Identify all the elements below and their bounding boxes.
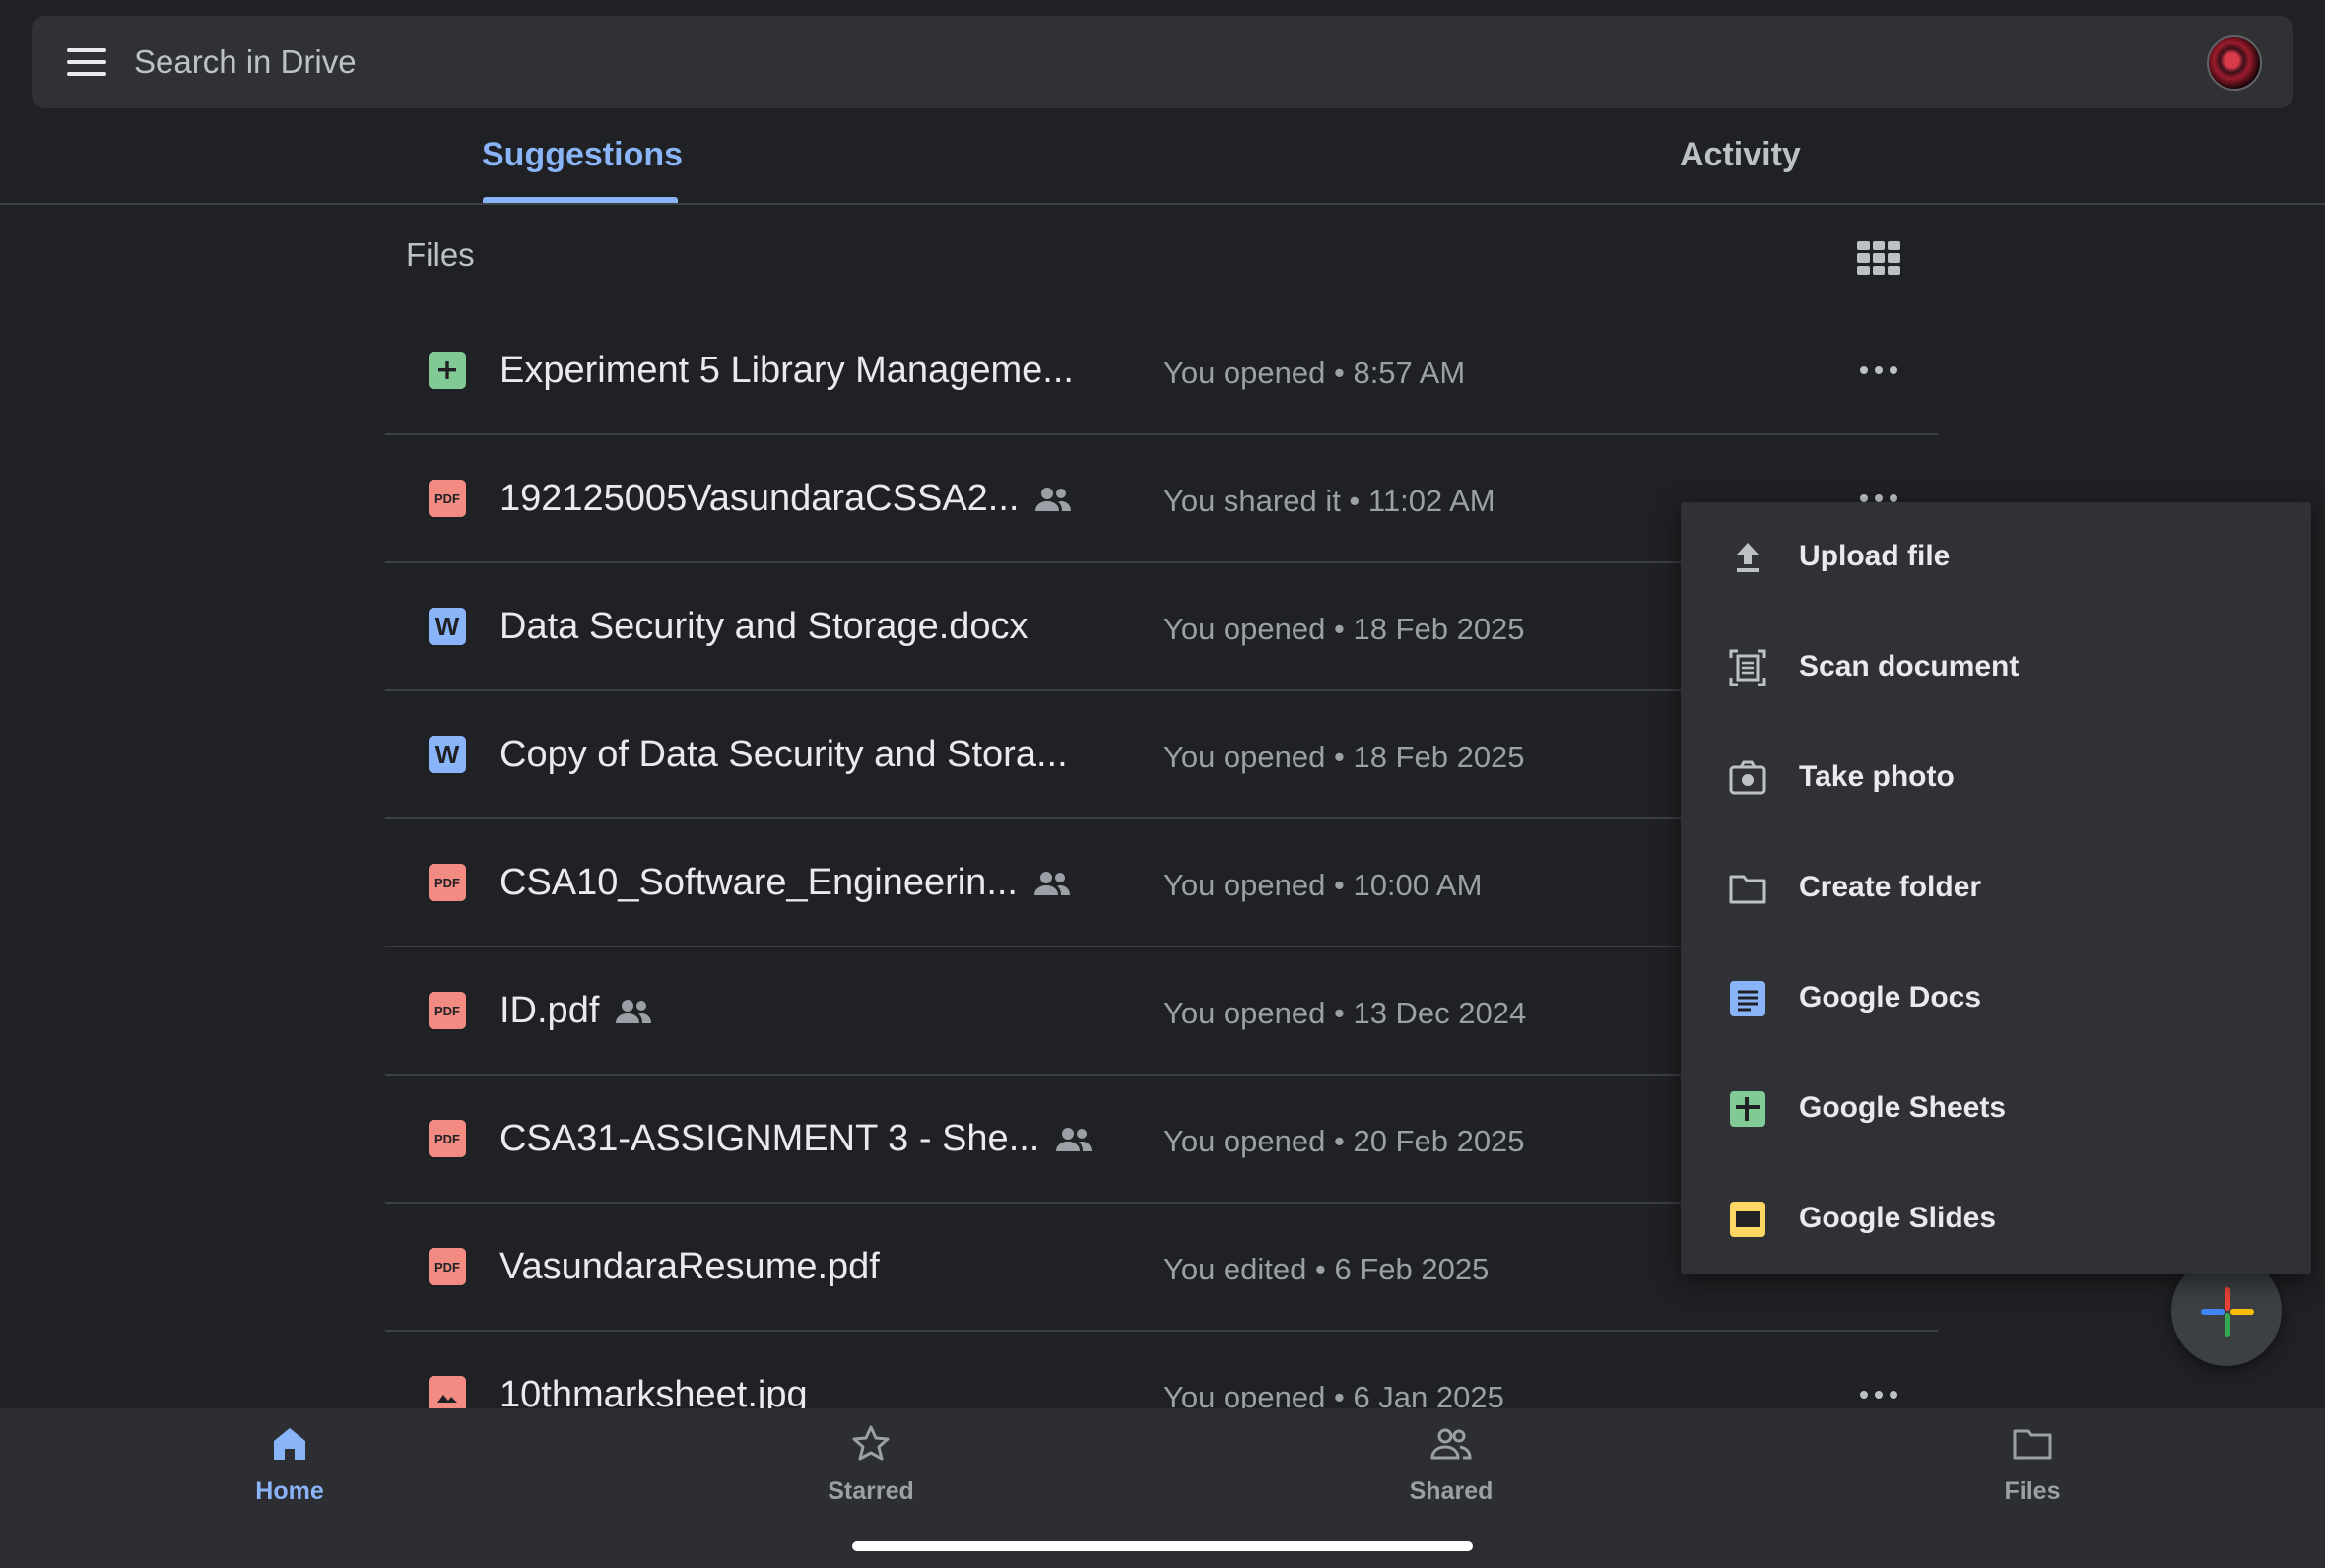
- pdf-icon: PDF: [429, 480, 466, 517]
- file-activity: You opened • 8:57 AM: [1163, 356, 1466, 390]
- menu-item-google-slides[interactable]: Google Slides: [1681, 1164, 2311, 1274]
- menu-item-create-folder[interactable]: Create folder: [1681, 833, 2311, 944]
- menu-item-label: Google Sheets: [1799, 1091, 2007, 1124]
- menu-item-label: Upload file: [1799, 540, 1951, 572]
- file-name: Data Security and Storage.docx: [499, 606, 1029, 647]
- file-activity: You shared it • 11:02 AM: [1163, 484, 1495, 518]
- pdf-icon: PDF: [429, 992, 466, 1029]
- file-activity: You opened • 13 Dec 2024: [1163, 996, 1527, 1030]
- file-name: CSA10_Software_Engineerin...: [499, 862, 1071, 904]
- word-icon: W: [429, 736, 466, 773]
- home-icon: [274, 1428, 305, 1460]
- file-name: CSA31-ASSIGNMENT 3 - She...: [499, 1118, 1093, 1160]
- menu-icon[interactable]: [67, 48, 106, 76]
- menu-item-label: Google Docs: [1799, 981, 1982, 1013]
- files-heading: Files: [406, 236, 475, 273]
- menu-item-label: Create folder: [1799, 871, 1982, 903]
- google-sheets-icon: [1730, 1091, 1765, 1127]
- file-name: Copy of Data Security and Stora...: [499, 734, 1068, 775]
- upload-icon: [1737, 543, 1759, 572]
- avatar[interactable]: [2207, 35, 2262, 91]
- file-name: 192125005VasundaraCSSA2...: [499, 478, 1072, 520]
- shared-people-icon: [616, 999, 652, 1023]
- menu-item-google-sheets[interactable]: Google Sheets: [1681, 1054, 2311, 1164]
- menu-item-label: Take photo: [1799, 760, 1955, 793]
- google-docs-icon: [1730, 981, 1765, 1016]
- google-slides-icon: [1730, 1202, 1765, 1237]
- shared-people-icon: [1035, 487, 1072, 511]
- nav-label: Starred: [828, 1477, 914, 1505]
- nav-shared[interactable]: Shared: [1303, 1422, 1599, 1506]
- pdf-icon: PDF: [429, 1120, 466, 1157]
- nav-label: Shared: [1409, 1477, 1494, 1505]
- shared-people-icon: [1430, 1428, 1472, 1460]
- nav-label: Home: [255, 1477, 324, 1505]
- folder-icon: [1729, 875, 1766, 904]
- shared-people-icon: [1056, 1127, 1093, 1151]
- file-row[interactable]: Experiment 5 Library Manageme... You ope…: [385, 307, 1938, 435]
- tab-bar: Suggestions Activity: [0, 108, 2325, 205]
- file-name: VasundaraResume.pdf: [499, 1246, 880, 1287]
- home-indicator: [852, 1541, 1473, 1551]
- pdf-icon: PDF: [429, 1248, 466, 1285]
- file-name: Experiment 5 Library Manageme...: [499, 350, 1074, 391]
- more-options-icon[interactable]: [1860, 494, 1897, 502]
- tab-suggestions[interactable]: Suggestions: [482, 136, 683, 174]
- folder-icon: [2013, 1429, 2052, 1460]
- active-tab-indicator: [483, 197, 678, 203]
- file-activity: You edited • 6 Feb 2025: [1163, 1252, 1490, 1286]
- nav-label: Files: [2004, 1477, 2061, 1505]
- search-bar[interactable]: Search in Drive: [32, 16, 2293, 108]
- search-input[interactable]: Search in Drive: [134, 43, 357, 81]
- file-activity: You opened • 18 Feb 2025: [1163, 612, 1525, 646]
- pdf-icon: PDF: [429, 864, 466, 901]
- more-options-icon[interactable]: [1860, 1391, 1897, 1399]
- menu-item-take-photo[interactable]: Take photo: [1681, 723, 2311, 833]
- file-activity: You opened • 10:00 AM: [1163, 868, 1483, 902]
- menu-item-scan-document[interactable]: Scan document: [1681, 613, 2311, 723]
- grid-view-icon[interactable]: [1857, 241, 1900, 275]
- nav-home[interactable]: Home: [142, 1422, 437, 1506]
- menu-item-upload-file[interactable]: Upload file: [1681, 502, 2311, 613]
- menu-item-label: Google Slides: [1799, 1202, 1997, 1234]
- file-activity: You opened • 18 Feb 2025: [1163, 740, 1525, 774]
- star-icon: [852, 1425, 890, 1461]
- tab-activity[interactable]: Activity: [1680, 136, 1801, 174]
- nav-files[interactable]: Files: [1885, 1422, 2180, 1506]
- scan-icon: [1729, 649, 1766, 686]
- more-options-icon[interactable]: [1860, 366, 1897, 374]
- google-sheets-icon: [429, 352, 466, 389]
- new-menu: Upload file Scan document Take photo Cre…: [1681, 502, 2311, 1274]
- menu-item-google-docs[interactable]: Google Docs: [1681, 944, 2311, 1054]
- camera-icon: [1729, 760, 1766, 795]
- file-activity: You opened • 20 Feb 2025: [1163, 1124, 1525, 1158]
- menu-item-label: Scan document: [1799, 650, 2020, 683]
- shared-people-icon: [1034, 871, 1070, 895]
- file-name: ID.pdf: [499, 990, 652, 1032]
- nav-starred[interactable]: Starred: [723, 1422, 1019, 1506]
- word-icon: W: [429, 608, 466, 645]
